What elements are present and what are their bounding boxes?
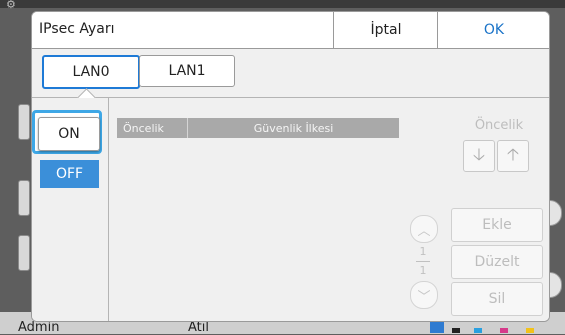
arrow-down-icon: 🡣 (472, 144, 486, 165)
background-side-button (18, 235, 30, 271)
user-label: Admin (18, 320, 60, 335)
gear-icon: ⚙ (6, 0, 16, 11)
chevron-up-icon: ︿ (417, 223, 431, 239)
ipsec-settings-dialog: IPsec Ayarı İptal OK LAN0 LAN1 ON OFF Ön… (31, 11, 550, 322)
add-button[interactable]: Ekle (451, 208, 543, 242)
tab-lan1[interactable]: LAN1 (139, 55, 235, 87)
tab-lan0[interactable]: LAN0 (42, 55, 140, 89)
ok-button[interactable]: OK (437, 12, 549, 48)
policy-list-area: Öncelik Güvenlik İlkesi Öncelik 🡣 🡡 ︿ 1 … (109, 98, 549, 321)
background-top-bar (0, 0, 565, 8)
priority-down-button[interactable]: 🡣 (463, 140, 495, 172)
page-up-button[interactable]: ︿ (410, 215, 438, 243)
delete-button[interactable]: Sil (451, 282, 543, 316)
page-down-button[interactable]: ﹀ (410, 281, 438, 309)
priority-up-button[interactable]: 🡡 (497, 140, 529, 172)
chevron-down-icon: ﹀ (417, 289, 431, 305)
dialog-title-bar: IPsec Ayarı İptal OK (32, 12, 549, 49)
on-off-panel: ON OFF (32, 98, 109, 321)
current-page: 1 (419, 245, 427, 258)
column-header-security-policy: Güvenlik İlkesi (253, 121, 334, 135)
dialog-title: IPsec Ayarı (39, 21, 115, 37)
page-divider (416, 261, 430, 262)
mode-label: Atıl (188, 320, 209, 335)
off-button[interactable]: OFF (40, 160, 99, 188)
on-button[interactable]: ON (38, 117, 100, 151)
cancel-button[interactable]: İptal (333, 12, 438, 48)
arrow-up-icon: 🡡 (506, 144, 520, 165)
column-header-priority: Öncelik (117, 118, 188, 138)
edit-button[interactable]: Düzelt (451, 245, 543, 279)
table-header: Öncelik Güvenlik İlkesi (117, 118, 399, 138)
priority-label: Öncelik (474, 118, 524, 133)
page-indicator: 1 1 (413, 245, 433, 278)
background-side-button (18, 180, 30, 216)
background-side-button (18, 104, 30, 140)
lan-tab-bar: LAN0 LAN1 (32, 49, 549, 98)
ink-level-icons (430, 321, 534, 333)
total-pages: 1 (419, 264, 427, 277)
